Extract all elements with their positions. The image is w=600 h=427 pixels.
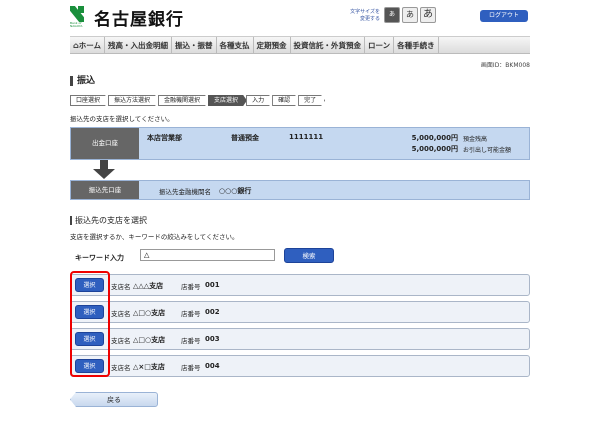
step-method: 振込方法選択	[108, 95, 159, 106]
to-bank-name: ○○○銀行	[219, 187, 252, 195]
to-account-label: 振込先口座	[71, 181, 139, 199]
step-confirm: 確認	[272, 95, 299, 106]
from-available: 5,000,000円	[411, 145, 458, 153]
branch-name-label: 支店名	[111, 310, 131, 318]
search-button[interactable]: 検索	[284, 248, 334, 263]
branch-name: △□○支店	[133, 336, 166, 344]
instruction-text: 振込先の支店を選択してください。	[70, 115, 174, 123]
nav-procedures[interactable]: 各種手続き	[394, 37, 439, 54]
header: Bank of NAGOYA 名古屋銀行 文字サイズを 変更する あ あ あ ロ…	[0, 0, 600, 34]
select-button[interactable]: 選択	[75, 305, 104, 319]
from-available-label: お引出し可能金額	[463, 147, 512, 154]
screen-id: 画面ID：BKM008	[480, 62, 530, 69]
bank-logo: Bank of NAGOYA	[70, 6, 90, 28]
keyword-input[interactable]	[140, 249, 275, 261]
branch-section-title: 振込先の支店を選択	[70, 216, 147, 225]
nav-balance[interactable]: 残高・入出金明細	[105, 37, 173, 54]
branch-row: 選択 支店名 △□○支店 店番号 003	[70, 328, 530, 350]
arrow-down-icon	[93, 160, 115, 180]
branch-name-label: 支店名	[111, 364, 131, 372]
branch-row: 選択 支店名 △×□支店 店番号 004	[70, 355, 530, 377]
branch-no: 003	[205, 335, 220, 343]
step-bank: 金融機関選択	[158, 95, 209, 106]
branch-name: △△△支店	[133, 282, 164, 290]
step-branch: 支店選択	[208, 95, 247, 106]
progress-steps: 口座選択 振込方法選択 金融機関選択 支店選択 入力 確認 完了	[70, 95, 324, 106]
step-complete: 完了	[298, 95, 325, 106]
branch-section-desc: 支店を選択するか、キーワードの絞込みをしてください。	[70, 233, 239, 241]
branch-row: 選択 支店名 △△△支店 店番号 001	[70, 274, 530, 296]
from-balance: 5,000,000円	[411, 134, 458, 142]
select-button[interactable]: 選択	[75, 359, 104, 373]
from-account-label: 出金口座	[71, 128, 139, 159]
nav-home[interactable]: ⌂ホーム	[70, 37, 106, 54]
from-balance-label: 預金残高	[463, 136, 488, 143]
branch-no-label: 店番号	[181, 337, 201, 345]
branch-no: 001	[205, 281, 220, 289]
nav-transfer[interactable]: 振込・振替	[172, 37, 217, 54]
to-account-panel: 振込先口座 振込先金融機関名 ○○○銀行	[70, 180, 530, 200]
font-size-small-button[interactable]: あ	[384, 7, 400, 23]
branch-no-label: 店番号	[181, 310, 201, 318]
back-button[interactable]: 戻る	[70, 392, 158, 407]
nav-time-deposit[interactable]: 定期預金	[254, 37, 291, 54]
main-nav: ⌂ホーム 残高・入出金明細 振込・振替 各種支払 定期預金 投資信託・外貨預金 …	[70, 36, 530, 54]
step-input: 入力	[246, 95, 273, 106]
select-button[interactable]: 選択	[75, 278, 104, 292]
nav-payments[interactable]: 各種支払	[217, 37, 254, 54]
logout-button[interactable]: ログアウト	[480, 10, 528, 22]
from-account-panel: 出金口座 本店営業部 普通預金 1111111 5,000,000円 預金残高 …	[70, 127, 530, 160]
from-number: 1111111	[289, 133, 324, 141]
step-account: 口座選択	[70, 95, 109, 106]
select-button[interactable]: 選択	[75, 332, 104, 346]
page-title: 振込	[70, 76, 95, 86]
branch-no: 004	[205, 362, 220, 370]
branch-name: △□○支店	[133, 309, 166, 317]
nav-investment[interactable]: 投資信託・外貨預金	[291, 37, 366, 54]
branch-name: △×□支店	[133, 363, 165, 371]
nav-loan[interactable]: ローン	[365, 37, 395, 54]
from-branch: 本店営業部	[147, 134, 182, 142]
branch-name-label: 支店名	[111, 283, 131, 291]
bank-name: 名古屋銀行	[94, 10, 184, 30]
font-size-medium-button[interactable]: あ	[402, 7, 418, 23]
branch-no-label: 店番号	[181, 283, 201, 291]
from-type: 普通預金	[231, 134, 259, 142]
branch-name-label: 支店名	[111, 337, 131, 345]
to-bank-label: 振込先金融機関名	[159, 188, 211, 196]
branch-no-label: 店番号	[181, 364, 201, 372]
branch-row: 選択 支店名 △□○支店 店番号 002	[70, 301, 530, 323]
font-size-large-button[interactable]: あ	[420, 7, 436, 23]
branch-no: 002	[205, 308, 220, 316]
font-size-label: 文字サイズを 変更する	[350, 9, 380, 22]
keyword-label: キーワード入力	[75, 254, 124, 262]
